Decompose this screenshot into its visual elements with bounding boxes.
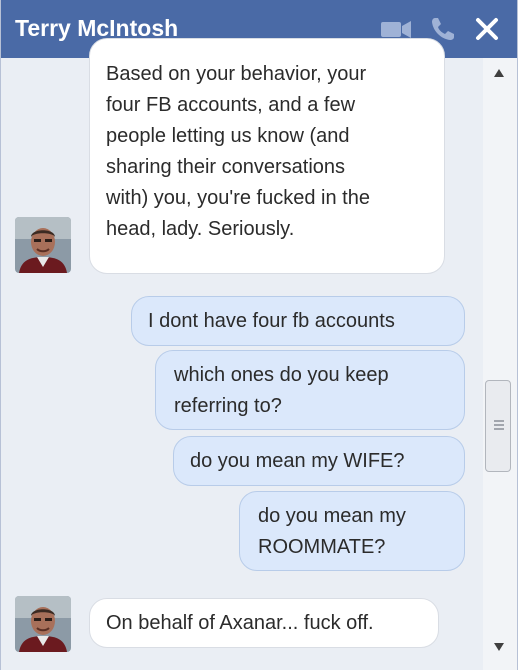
outgoing-message: which ones do you keep referring to? xyxy=(155,350,465,430)
grip-icon xyxy=(494,420,504,430)
message-line: with) you, you're fucked in the xyxy=(106,187,370,209)
message-line: sharing their conversations xyxy=(106,156,346,178)
outgoing-message: do you mean my ROOMMATE? xyxy=(239,491,465,571)
avatar[interactable] xyxy=(15,596,71,652)
message-line: do you mean my xyxy=(258,505,406,527)
message-line: referring to? xyxy=(174,395,282,417)
message-list[interactable]: Based on your behavior, your four FB acc… xyxy=(1,38,483,670)
incoming-message: Based on your behavior, your four FB acc… xyxy=(89,38,445,274)
message-line: I dont have four fb accounts xyxy=(148,310,395,332)
avatar[interactable] xyxy=(15,217,71,273)
scroll-down-arrow-icon[interactable] xyxy=(493,642,505,652)
close-icon[interactable] xyxy=(473,15,501,43)
incoming-message: On behalf of Axanar... fuck off. xyxy=(89,598,439,648)
message-line: Based on your behavior, your xyxy=(106,63,367,85)
vertical-scrollbar[interactable] xyxy=(483,58,517,670)
message-line: do you mean my WIFE? xyxy=(190,450,405,472)
message-line: four FB accounts, and a few xyxy=(106,94,356,116)
message-line: On behalf of Axanar... fuck off. xyxy=(106,612,374,634)
scroll-up-arrow-icon[interactable] xyxy=(493,68,505,78)
outgoing-message: do you mean my WIFE? xyxy=(173,436,465,486)
chat-window: Terry McIntosh Based on your behavior, y… xyxy=(0,0,518,670)
outgoing-message: I dont have four fb accounts xyxy=(131,296,465,346)
message-line: which ones do you keep xyxy=(174,364,389,386)
message-line: people letting us know (and xyxy=(106,125,350,147)
message-line: head, lady. Seriously. xyxy=(106,218,295,240)
message-line: ROOMMATE? xyxy=(258,536,386,558)
scroll-thumb[interactable] xyxy=(485,380,511,472)
